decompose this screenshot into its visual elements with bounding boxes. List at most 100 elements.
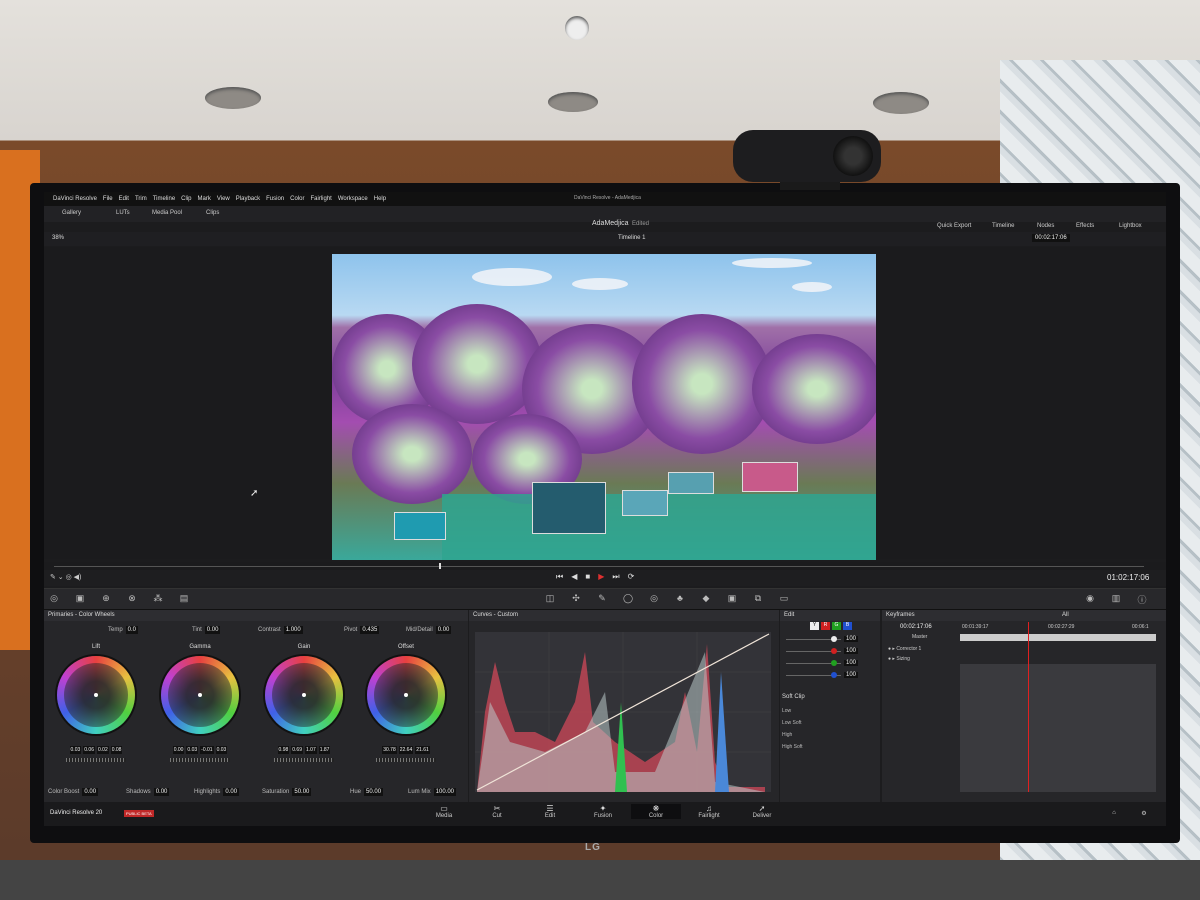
tint-param[interactable]: Tint 0.00	[192, 626, 221, 634]
menu-item[interactable]: View	[214, 192, 233, 202]
track-corrector[interactable]: ● ▸ Corrector 1	[888, 646, 921, 652]
color-wheel[interactable]	[265, 656, 343, 734]
wheel-value[interactable]: 0.08	[110, 746, 123, 754]
luts-button[interactable]: LUTs	[116, 210, 130, 216]
track-master[interactable]: Master	[912, 634, 927, 640]
sizing-icon[interactable]: ⧉	[752, 593, 764, 604]
3d-icon[interactable]: ▭	[778, 593, 790, 604]
menu-item[interactable]: Clip	[178, 192, 194, 202]
media-pool-button[interactable]: Media Pool	[152, 210, 182, 216]
scrubber-bar[interactable]	[44, 562, 1166, 570]
page-tab-color[interactable]: ❋ Color	[631, 804, 681, 819]
wheel-value[interactable]: 0.02	[97, 746, 109, 754]
effects-button[interactable]: Effects	[1076, 223, 1094, 229]
settings-icon[interactable]: ⚙	[1134, 810, 1154, 817]
go-to-start-icon[interactable]: ⏮	[556, 572, 563, 582]
page-tab-deliver[interactable]: ➚ Deliver	[737, 804, 787, 819]
go-to-end-icon[interactable]: ⏭	[612, 572, 619, 582]
nodes-button[interactable]: Nodes	[1037, 223, 1054, 229]
low-soft-label[interactable]: Low Soft	[782, 720, 801, 726]
motion-effects-icon[interactable]: ▤	[178, 593, 190, 604]
color-wheel[interactable]	[367, 656, 445, 734]
tracker-icon[interactable]: ◎	[648, 593, 660, 604]
wheel-value[interactable]: 1.07	[305, 746, 317, 754]
hue-param[interactable]: Hue 50.00	[350, 788, 384, 796]
highlights-param[interactable]: Highlights 0.00	[194, 788, 240, 796]
color-match-icon[interactable]: ▣	[74, 593, 86, 604]
menu-item[interactable]: Playback	[233, 192, 263, 202]
menu-item[interactable]: Help	[371, 192, 389, 202]
high-label[interactable]: High	[782, 732, 792, 738]
page-tab-media[interactable]: ▭ Media	[419, 804, 469, 819]
home-icon[interactable]: ⌂	[1104, 810, 1124, 816]
lum-mix-param[interactable]: Lum Mix 100.00	[408, 788, 457, 796]
shadows-param[interactable]: Shadows 0.00	[126, 788, 170, 796]
pivot-param[interactable]: Pivot 0.435	[344, 626, 380, 634]
wheel-value[interactable]: 30.78	[382, 746, 397, 754]
menu-item[interactable]: Timeline	[150, 192, 178, 202]
channel-b[interactable]: B	[843, 622, 852, 630]
page-tab-fairlight[interactable]: ♫ Fairlight	[684, 804, 734, 819]
edit-intensity-r[interactable]: 100	[786, 648, 876, 656]
viewer[interactable]: ➚	[44, 247, 1166, 560]
info-icon[interactable]: ▥	[1110, 593, 1122, 604]
edit-intensity-b[interactable]: 100	[786, 672, 876, 680]
color-wheel[interactable]	[57, 656, 135, 734]
scopes-icon[interactable]: ◉	[1084, 593, 1096, 604]
low-label[interactable]: Low	[782, 708, 791, 714]
play-reverse-icon[interactable]: ◀	[571, 572, 577, 582]
middetail-param[interactable]: Mid/Detail 0.00	[406, 626, 452, 634]
edit-intensity-g[interactable]: 100	[786, 660, 876, 668]
wheel-value[interactable]: 0.03	[215, 746, 228, 754]
stop-icon[interactable]: ■	[585, 572, 590, 582]
menu-item[interactable]: Mark	[195, 192, 214, 202]
menu-item[interactable]: File	[100, 192, 116, 202]
wheel-puck[interactable]	[94, 693, 98, 697]
master-track[interactable]	[960, 634, 1156, 641]
keyframe-filter[interactable]: All	[1062, 612, 1069, 618]
contrast-param[interactable]: Contrast 1.000	[258, 626, 303, 634]
menu-item[interactable]: Color	[287, 192, 307, 202]
color-warper-icon[interactable]: ✣	[570, 593, 582, 604]
menu-item[interactable]: DaVinci Resolve	[50, 192, 100, 202]
color-wheel[interactable]	[161, 656, 239, 734]
wheel-value[interactable]: 21.61	[415, 746, 430, 754]
menu-item[interactable]: Fairlight	[307, 192, 334, 202]
master-wheel-slider[interactable]	[376, 758, 436, 762]
channel-r[interactable]: R	[821, 622, 830, 630]
timeline-selector[interactable]: Timeline 1	[618, 235, 645, 241]
keyframe-lane[interactable]	[960, 664, 1156, 792]
lightbox-button[interactable]: Lightbox	[1119, 223, 1142, 229]
blur-icon[interactable]: ◆	[700, 593, 712, 604]
master-wheel-slider[interactable]	[66, 758, 126, 762]
page-tab-edit[interactable]: ☰ Edit	[525, 804, 575, 819]
wheel-value[interactable]: -0.01	[200, 746, 214, 754]
channel-g[interactable]: G	[832, 622, 841, 630]
curve-editor[interactable]	[475, 632, 771, 792]
edit-intensity-y[interactable]: 100	[786, 636, 876, 644]
magic-mask-icon[interactable]: ♣	[674, 593, 686, 604]
viewer-tools-icon[interactable]: ✎ ⌄ ◎ ◀)	[50, 573, 81, 581]
clips-button[interactable]: Clips	[206, 210, 219, 216]
rgb-mixer-icon[interactable]: ⁂	[152, 593, 164, 604]
wheel-value[interactable]: 0.03	[186, 746, 199, 754]
quick-export-button[interactable]: Quick Export	[937, 223, 971, 229]
wheel-value[interactable]: 0.06	[83, 746, 95, 754]
qualifier-icon[interactable]: ✎	[596, 593, 608, 604]
scrubber-playhead[interactable]	[439, 563, 441, 569]
menu-item[interactable]: Edit	[116, 192, 132, 202]
window-icon[interactable]: ◯	[622, 593, 634, 604]
wheel-puck[interactable]	[404, 693, 408, 697]
master-wheel-slider[interactable]	[274, 758, 334, 762]
metadata-icon[interactable]: ⓘ	[1136, 593, 1148, 605]
track-sizing[interactable]: ● ▸ Sizing	[888, 656, 910, 662]
wheel-value[interactable]: 1.87	[318, 746, 331, 754]
menu-item[interactable]: Trim	[132, 192, 150, 202]
color-boost-param[interactable]: Color Boost 0.00	[48, 788, 99, 796]
play-icon[interactable]: ▶	[598, 572, 604, 582]
primaries-wheels-icon[interactable]: ⊕	[100, 593, 112, 604]
loop-icon[interactable]: ⟳	[628, 572, 635, 582]
hdr-wheels-icon[interactable]: ⊗	[126, 593, 138, 604]
menu-item[interactable]: Workspace	[335, 192, 371, 202]
wheel-value[interactable]: 0.69	[291, 746, 303, 754]
